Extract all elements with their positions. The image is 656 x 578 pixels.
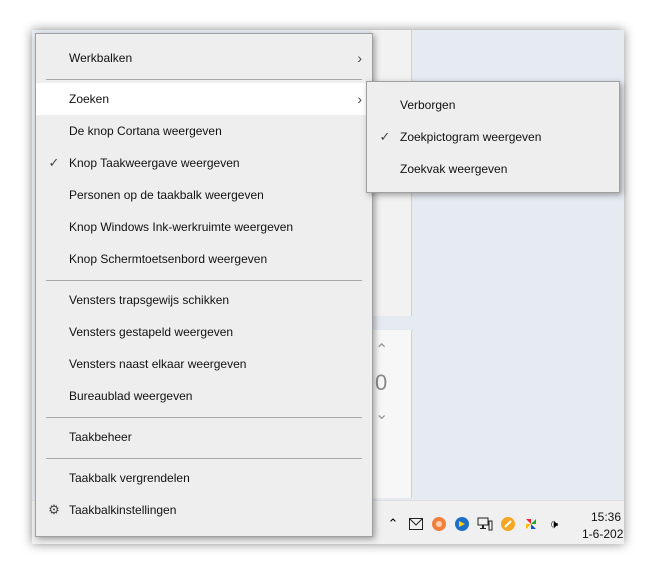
checkmark-icon: ✓ (48, 155, 60, 170)
clock-time: 15:36 (591, 510, 622, 524)
submenu-item-search-box[interactable]: Zoekvak weergeven (367, 153, 619, 185)
mail-icon[interactable] (407, 515, 425, 533)
chevron-right-icon: › (357, 50, 362, 66)
menu-item-lock-taskbar[interactable]: Taakbalk vergrendelen (36, 462, 372, 494)
menu-item-label: De knop Cortana weergeven (69, 124, 222, 138)
menu-separator (46, 280, 362, 281)
submenu-item-label: Zoekpictogram weergeven (400, 130, 542, 144)
menu-item-label: Knop Schermtoetsenbord weergeven (69, 252, 268, 266)
menu-item-people[interactable]: Personen op de taakbalk weergeven (36, 179, 372, 211)
menu-item-label: Knop Windows Ink-werkruimte weergeven (69, 220, 294, 234)
menu-item-windows-ink[interactable]: Knop Windows Ink-werkruimte weergeven (36, 211, 372, 243)
checkmark-icon: ✓ (379, 129, 391, 144)
menu-item-toolbars[interactable]: Werkbalken › (36, 42, 372, 74)
menu-separator (46, 458, 362, 459)
menu-item-label: Taakbalkinstellingen (69, 503, 177, 517)
menu-item-label: Personen op de taakbalk weergeven (69, 188, 264, 202)
yellow-app-icon[interactable] (499, 515, 517, 533)
menu-item-label: Vensters trapsgewijs schikken (69, 293, 230, 307)
menu-item-search[interactable]: Zoeken › (36, 83, 372, 115)
gear-icon: ⚙ (48, 502, 60, 517)
clock[interactable]: 15:36 1-6-2021 (582, 509, 624, 543)
chevron-up-icon: ⌃ (375, 342, 389, 359)
menu-item-label: Taakbeheer (69, 430, 132, 444)
taskbar-context-menu: Werkbalken › Zoeken › De knop Cortana we… (35, 33, 373, 537)
search-submenu: Verborgen ✓ Zoekpictogram weergeven Zoek… (366, 81, 620, 193)
menu-item-label: Taakbalk vergrendelen (69, 471, 190, 485)
network-icon[interactable] (476, 515, 494, 533)
menu-item-show-desktop[interactable]: Bureaublad weergeven (36, 380, 372, 412)
chevron-right-icon: › (357, 91, 362, 107)
menu-item-label: Vensters gestapeld weergeven (69, 325, 234, 339)
menu-item-side-by-side-windows[interactable]: Vensters naast elkaar weergeven (36, 348, 372, 380)
submenu-item-label: Verborgen (400, 98, 456, 112)
background-digit: 0 (375, 370, 388, 395)
menu-item-touch-keyboard[interactable]: Knop Schermtoetsenbord weergeven (36, 243, 372, 275)
menu-item-label: Bureaublad weergeven (69, 389, 193, 403)
menu-item-stacked-windows[interactable]: Vensters gestapeld weergeven (36, 316, 372, 348)
submenu-item-hidden[interactable]: Verborgen (367, 89, 619, 121)
menu-separator (46, 417, 362, 418)
background-widget-panel: ⌃ 0 ⌄ (371, 330, 412, 498)
pinwheel-app-icon[interactable] (522, 515, 540, 533)
menu-item-label: Zoeken (69, 92, 110, 106)
menu-item-taskbar-settings[interactable]: ⚙ Taakbalkinstellingen (36, 494, 372, 526)
chevron-down-icon: ⌄ (375, 406, 389, 423)
menu-item-label: Knop Taakweergave weergeven (69, 156, 240, 170)
orange-app-icon[interactable] (430, 515, 448, 533)
system-tray: ⌃ 🕩 (384, 515, 563, 533)
menu-item-task-view[interactable]: ✓ Knop Taakweergave weergeven (36, 147, 372, 179)
blue-app-icon[interactable] (453, 515, 471, 533)
submenu-item-search-icon[interactable]: ✓ Zoekpictogram weergeven (367, 121, 619, 153)
menu-item-cortana[interactable]: De knop Cortana weergeven (36, 115, 372, 147)
menu-item-cascade-windows[interactable]: Vensters trapsgewijs schikken (36, 284, 372, 316)
show-hidden-icons-icon[interactable]: ⌃ (384, 515, 402, 533)
menu-item-label: Vensters naast elkaar weergeven (69, 357, 247, 371)
volume-icon[interactable]: 🕩 (545, 515, 563, 533)
menu-item-task-manager[interactable]: Taakbeheer (36, 421, 372, 453)
submenu-item-label: Zoekvak weergeven (400, 162, 508, 176)
clock-date: 1-6-2021 (582, 527, 624, 541)
menu-separator (46, 79, 362, 80)
menu-item-label: Werkbalken (69, 51, 133, 65)
